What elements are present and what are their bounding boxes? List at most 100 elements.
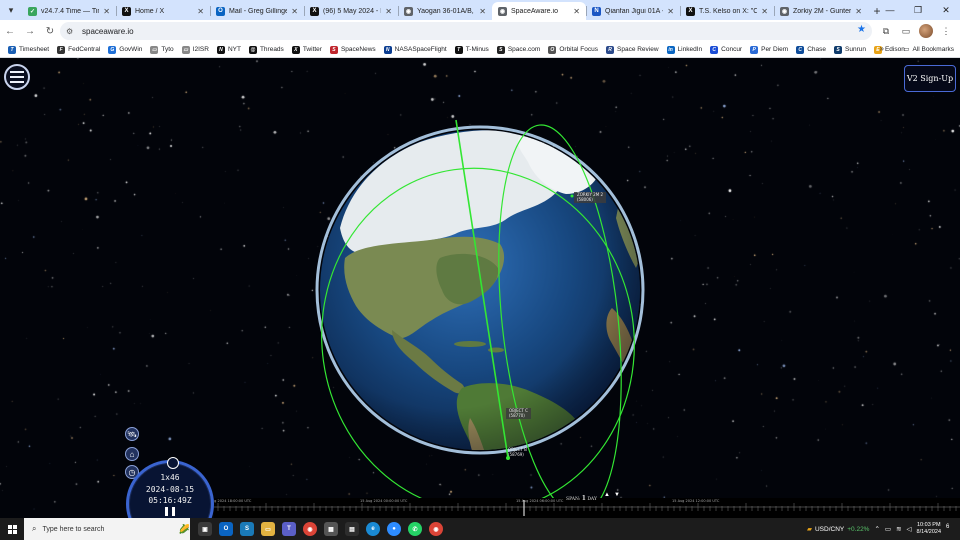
close-window-icon[interactable]: ✕ (932, 0, 960, 20)
bookmark-item[interactable]: @ Threads (245, 45, 288, 54)
url-input[interactable]: ⚙ spaceaware.io ★ (60, 22, 872, 40)
bookmark-item[interactable]: O Orbital Focus (544, 45, 602, 54)
close-icon[interactable]: ✕ (667, 7, 674, 16)
bookmark-item[interactable]: T Timesheet (4, 45, 53, 54)
all-bookmarks-button[interactable]: ▭ All Bookmarks (903, 45, 954, 54)
tab-title: Mail - Greg Gillinger (229, 7, 288, 15)
close-icon[interactable]: ✕ (573, 7, 580, 16)
minimize-icon[interactable]: — (876, 0, 904, 20)
notification-icon[interactable]: 6 (946, 524, 956, 534)
span-decrease-icon[interactable]: ▼ (614, 492, 620, 498)
profile-avatar[interactable] (918, 23, 934, 39)
bookmark-item[interactable]: G GovWin (104, 45, 146, 54)
bookmark-item[interactable]: C Chase (792, 45, 830, 54)
bookmark-icon: S (329, 45, 338, 54)
home-icon[interactable]: ⌂ (125, 447, 139, 461)
bookmark-item[interactable]: in LinkedIn (663, 45, 707, 54)
corn-icon: 🌽 (178, 523, 190, 534)
satellite-label-object-b[interactable]: OBJECT B (58769) (508, 447, 527, 457)
globe-viewport[interactable]: ZORKIY 2M 2 (58006) OBJECT C (58770) OBJ… (0, 58, 960, 518)
bookmark-item[interactable]: N NASASpaceFlight (380, 45, 451, 54)
close-icon[interactable]: ✕ (479, 7, 486, 16)
bookmark-item[interactable]: X Twitter (288, 45, 326, 54)
taskbar-search-input[interactable]: ⌕ Type here to search 🌽 (24, 518, 190, 540)
span-increase-icon[interactable]: ▲ (604, 492, 610, 498)
forward-icon[interactable]: → (20, 21, 40, 41)
folder-icon[interactable]: ▭ (261, 522, 275, 536)
close-icon[interactable]: ✕ (291, 7, 298, 16)
windows-taskbar: ⌕ Type here to search 🌽 ▣ O S ▭ T ◉ ▦ ▤ … (0, 518, 960, 540)
close-icon[interactable]: ✕ (761, 7, 768, 16)
network-icon[interactable]: ⌃ (874, 525, 879, 533)
teams-icon[interactable]: T (282, 522, 296, 536)
bookmarks-overflow-icon[interactable]: » (880, 44, 884, 53)
satellite-icon[interactable]: 🛰 (125, 427, 139, 441)
browser-tab[interactable]: ◉ Yaogan 36-01A/B, 36 ✕ (398, 2, 492, 20)
extensions-icon[interactable]: ⧉ (878, 23, 894, 39)
satellite-label-zorkiy[interactable]: ZORKIY 2M 2 (58006) (574, 192, 606, 203)
s-app-icon[interactable]: S (240, 522, 254, 536)
browser-tab[interactable]: N Qianfan Jigui 01A - F ✕ (586, 2, 680, 20)
pause-icon[interactable] (165, 507, 175, 516)
ticker-widget[interactable]: ▰ USD/CNY +0.22% (807, 525, 870, 534)
windows-start-icon[interactable] (0, 518, 24, 540)
bookmark-item[interactable]: ▭ Tyto (146, 45, 177, 54)
calculator-icon[interactable]: ▤ (345, 522, 359, 536)
bookmark-item[interactable]: S Sunrun (830, 45, 870, 54)
tab-title: Home / X (135, 7, 165, 15)
tab-title: Yaogan 36-01A/B, 36 (417, 7, 475, 15)
outlook-icon[interactable]: O (219, 522, 233, 536)
chrome-icon[interactable]: ◉ (429, 522, 443, 536)
more-menu-icon[interactable]: ⋮ (938, 23, 954, 39)
close-icon[interactable]: ✕ (103, 7, 110, 16)
browser-tab[interactable]: X Home / X ✕ (116, 2, 210, 20)
tab-title: T.S. Kelso on X: "Cele (699, 7, 758, 15)
tab-title: SpaceAware.io (511, 7, 558, 15)
bookmark-icon: G (108, 45, 117, 54)
bookmark-item[interactable]: R Space Review (602, 45, 663, 54)
site-info-icon[interactable]: ⚙ (66, 27, 78, 36)
bookmark-item[interactable]: S SpaceNews (326, 45, 380, 54)
whatsapp-icon[interactable]: ✆ (408, 522, 422, 536)
bookmark-icon: F (57, 45, 66, 54)
hamburger-menu-button[interactable] (4, 64, 30, 90)
bookmark-item[interactable]: P Per Diem (746, 45, 792, 54)
close-icon[interactable]: ✕ (385, 7, 392, 16)
bookmark-item[interactable]: C Concur (706, 45, 746, 54)
tab-search-icon[interactable]: ▾ (0, 0, 22, 20)
cast-icon[interactable]: ▭ (898, 23, 914, 39)
tab-strip: ▾ ✓ v24.7.4 Time — Time ✕ X Home / X ✕ O Mail -… (0, 0, 960, 20)
back-icon[interactable]: ← (0, 21, 20, 41)
browser-tab[interactable]: X T.S. Kelso on X: "Cele✕ (680, 2, 774, 20)
taskview-icon[interactable]: ▣ (198, 522, 212, 536)
system-clock[interactable]: 10:03 PM 8/14/2024 (917, 522, 941, 536)
restore-icon[interactable]: ❐ (904, 0, 932, 20)
time-scrub-knob[interactable] (167, 457, 179, 469)
chrome-icon[interactable]: ◉ (303, 522, 317, 536)
globe-icon: ◉ (780, 6, 789, 16)
bookmark-item[interactable]: S Space.com (493, 45, 545, 54)
bookmark-star-icon[interactable]: ★ (857, 24, 866, 35)
sim-time: 05:16:49Z (148, 496, 192, 505)
reload-icon[interactable]: ↻ (40, 21, 60, 41)
close-icon[interactable]: ✕ (197, 7, 204, 16)
bookmark-item[interactable]: T T-Minus (451, 45, 493, 54)
browser-tab[interactable]: ✓ v24.7.4 Time — Time ✕ (22, 2, 116, 20)
bookmark-icon: ▭ (181, 45, 190, 54)
battery-icon[interactable]: ▭ (885, 525, 891, 533)
browser-tab[interactable]: O Mail - Greg Gillinger ✕ (210, 2, 304, 20)
browser-tab[interactable]: X (96) 5 May 2024 - Fir ✕ (304, 2, 398, 20)
browser-tab[interactable]: ◉ Zorkiy 2M - Gunter's ✕ (774, 2, 868, 20)
bookmark-item[interactable]: ▭ I2ISR (178, 45, 213, 54)
satellite-label-object-c[interactable]: OBJECT C (58770) (506, 408, 531, 419)
bookmark-item[interactable]: F FedCentral (53, 45, 104, 54)
zoom-icon[interactable]: ● (387, 522, 401, 536)
browser-tab[interactable]: ◉ SpaceAware.io ✕ (492, 2, 586, 20)
app-icon[interactable]: ▦ (324, 522, 338, 536)
edge-icon[interactable]: e (366, 522, 380, 536)
volume-icon[interactable]: ◁ (907, 525, 912, 533)
signup-button[interactable]: V2 Sign-Up (904, 65, 956, 92)
bookmark-item[interactable]: N NYT (213, 45, 245, 54)
close-icon[interactable]: ✕ (855, 7, 862, 16)
wifi-icon[interactable]: ≋ (896, 525, 901, 533)
